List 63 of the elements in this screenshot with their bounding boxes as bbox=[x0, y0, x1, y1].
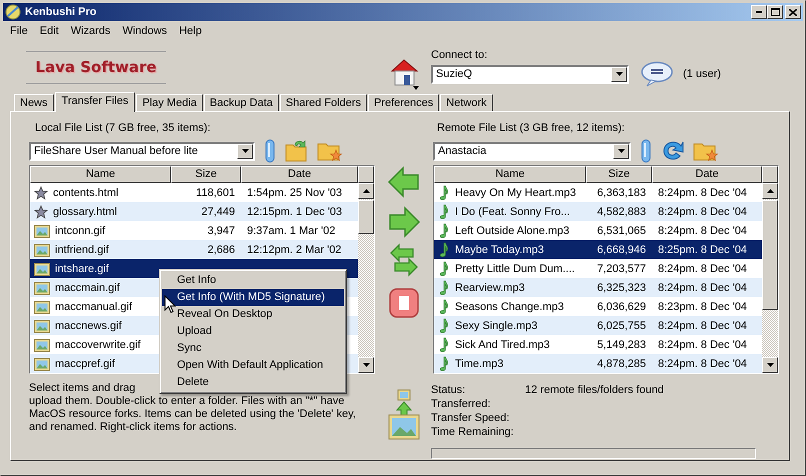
file-date: 8:23pm. 8 Dec '04 bbox=[658, 300, 747, 312]
file-date: 8:24pm. 8 Dec '04 bbox=[658, 262, 747, 274]
file-name: Heavy On My Heart.mp3 bbox=[455, 186, 576, 198]
file-name: maccpref.gif bbox=[55, 358, 115, 370]
file-size: 4,878,285 bbox=[597, 358, 646, 370]
user-count: (1 user) bbox=[683, 68, 721, 80]
status-label: Transfer Speed: bbox=[431, 411, 510, 425]
file-name: maccmain.gif bbox=[55, 282, 120, 294]
file-name: maccoverwrite.gif bbox=[55, 338, 141, 350]
file-date: 8:24pm. 8 Dec '04 bbox=[658, 338, 747, 350]
file-date: 12:15pm. 1 Dec '03 bbox=[247, 206, 342, 218]
help-text: upload them. Double-click to enter a folder. Files with an "*" have bbox=[29, 395, 344, 407]
file-date: 8:24pm. 8 Dec '04 bbox=[658, 358, 747, 370]
file-name: maccmanual.gif bbox=[55, 300, 132, 312]
file-date: 8:24pm. 8 Dec '04 bbox=[658, 206, 747, 218]
file-size: 4,582,883 bbox=[597, 206, 646, 218]
file-name: Left Outside Alone.mp3 bbox=[455, 224, 570, 236]
file-size: 7,203,577 bbox=[597, 262, 646, 274]
file-date: 8:24pm. 8 Dec '04 bbox=[658, 320, 747, 332]
file-name: I Do (Feat. Sonny Fro... bbox=[455, 206, 570, 218]
file-name: Pretty Little Dum Dum.... bbox=[455, 262, 575, 274]
file-date: 8:24pm. 8 Dec '04 bbox=[658, 186, 747, 198]
file-name: contents.html bbox=[53, 186, 118, 198]
file-name: intshare.gif bbox=[55, 262, 109, 274]
file-name: maccnews.gif bbox=[55, 320, 122, 332]
status-label: Time Remaining: bbox=[431, 425, 515, 439]
file-date: 8:25pm. 8 Dec '04 bbox=[658, 244, 747, 256]
file-name: Sick And Tired.mp3 bbox=[455, 338, 550, 350]
connect-label: Connect to: bbox=[431, 48, 488, 60]
file-date: 1:54pm. 25 Nov '03 bbox=[247, 186, 342, 198]
file-size: 5,149,283 bbox=[597, 338, 646, 350]
file-name: Sexy Single.mp3 bbox=[455, 320, 538, 332]
file-name: Seasons Change.mp3 bbox=[455, 300, 564, 312]
file-size: 3,947 bbox=[207, 224, 235, 236]
status-value: 12 remote files/folders found bbox=[525, 384, 664, 396]
local-list-label: Local File List (7 GB free, 35 items): bbox=[34, 122, 212, 136]
file-date: 8:24pm. 8 Dec '04 bbox=[658, 282, 747, 294]
status-label: Transferred: bbox=[431, 397, 492, 411]
file-name: intconn.gif bbox=[55, 224, 106, 236]
help-text: MacOS resource forks. Items can be deleted using the 'Delete' key, bbox=[29, 408, 356, 420]
file-size: 6,025,755 bbox=[597, 320, 646, 332]
file-size: 6,325,323 bbox=[597, 282, 646, 294]
help-text: and renamed. Right-click items for actions. bbox=[29, 421, 237, 433]
file-name: intfriend.gif bbox=[55, 244, 109, 256]
file-size: 2,686 bbox=[207, 244, 235, 256]
file-size: 6,531,065 bbox=[597, 224, 646, 236]
file-size: 6,668,946 bbox=[597, 244, 646, 256]
file-size: 118,601 bbox=[196, 186, 235, 198]
logo-text: Lava Software bbox=[35, 58, 157, 76]
file-date: 9:37am. 1 Mar '02 bbox=[247, 224, 336, 236]
file-date: 12:12pm. 2 Mar '02 bbox=[247, 244, 342, 256]
file-name: Time.mp3 bbox=[455, 358, 504, 370]
file-name: glossary.html bbox=[53, 206, 117, 218]
file-name: Rearview.mp3 bbox=[455, 282, 525, 294]
file-size: 6,036,629 bbox=[597, 300, 646, 312]
file-date: 8:24pm. 8 Dec '04 bbox=[658, 224, 747, 236]
file-size: 27,449 bbox=[201, 206, 235, 218]
file-size: 6,363,183 bbox=[597, 186, 646, 198]
help-text: Select items and drag bbox=[29, 382, 136, 394]
file-name: Maybe Today.mp3 bbox=[455, 244, 544, 256]
status-label: Status: bbox=[431, 383, 466, 397]
remote-list-label: Remote File List (3 GB free, 12 items): bbox=[436, 122, 626, 136]
window-title: Kenbushi Pro bbox=[25, 6, 98, 18]
